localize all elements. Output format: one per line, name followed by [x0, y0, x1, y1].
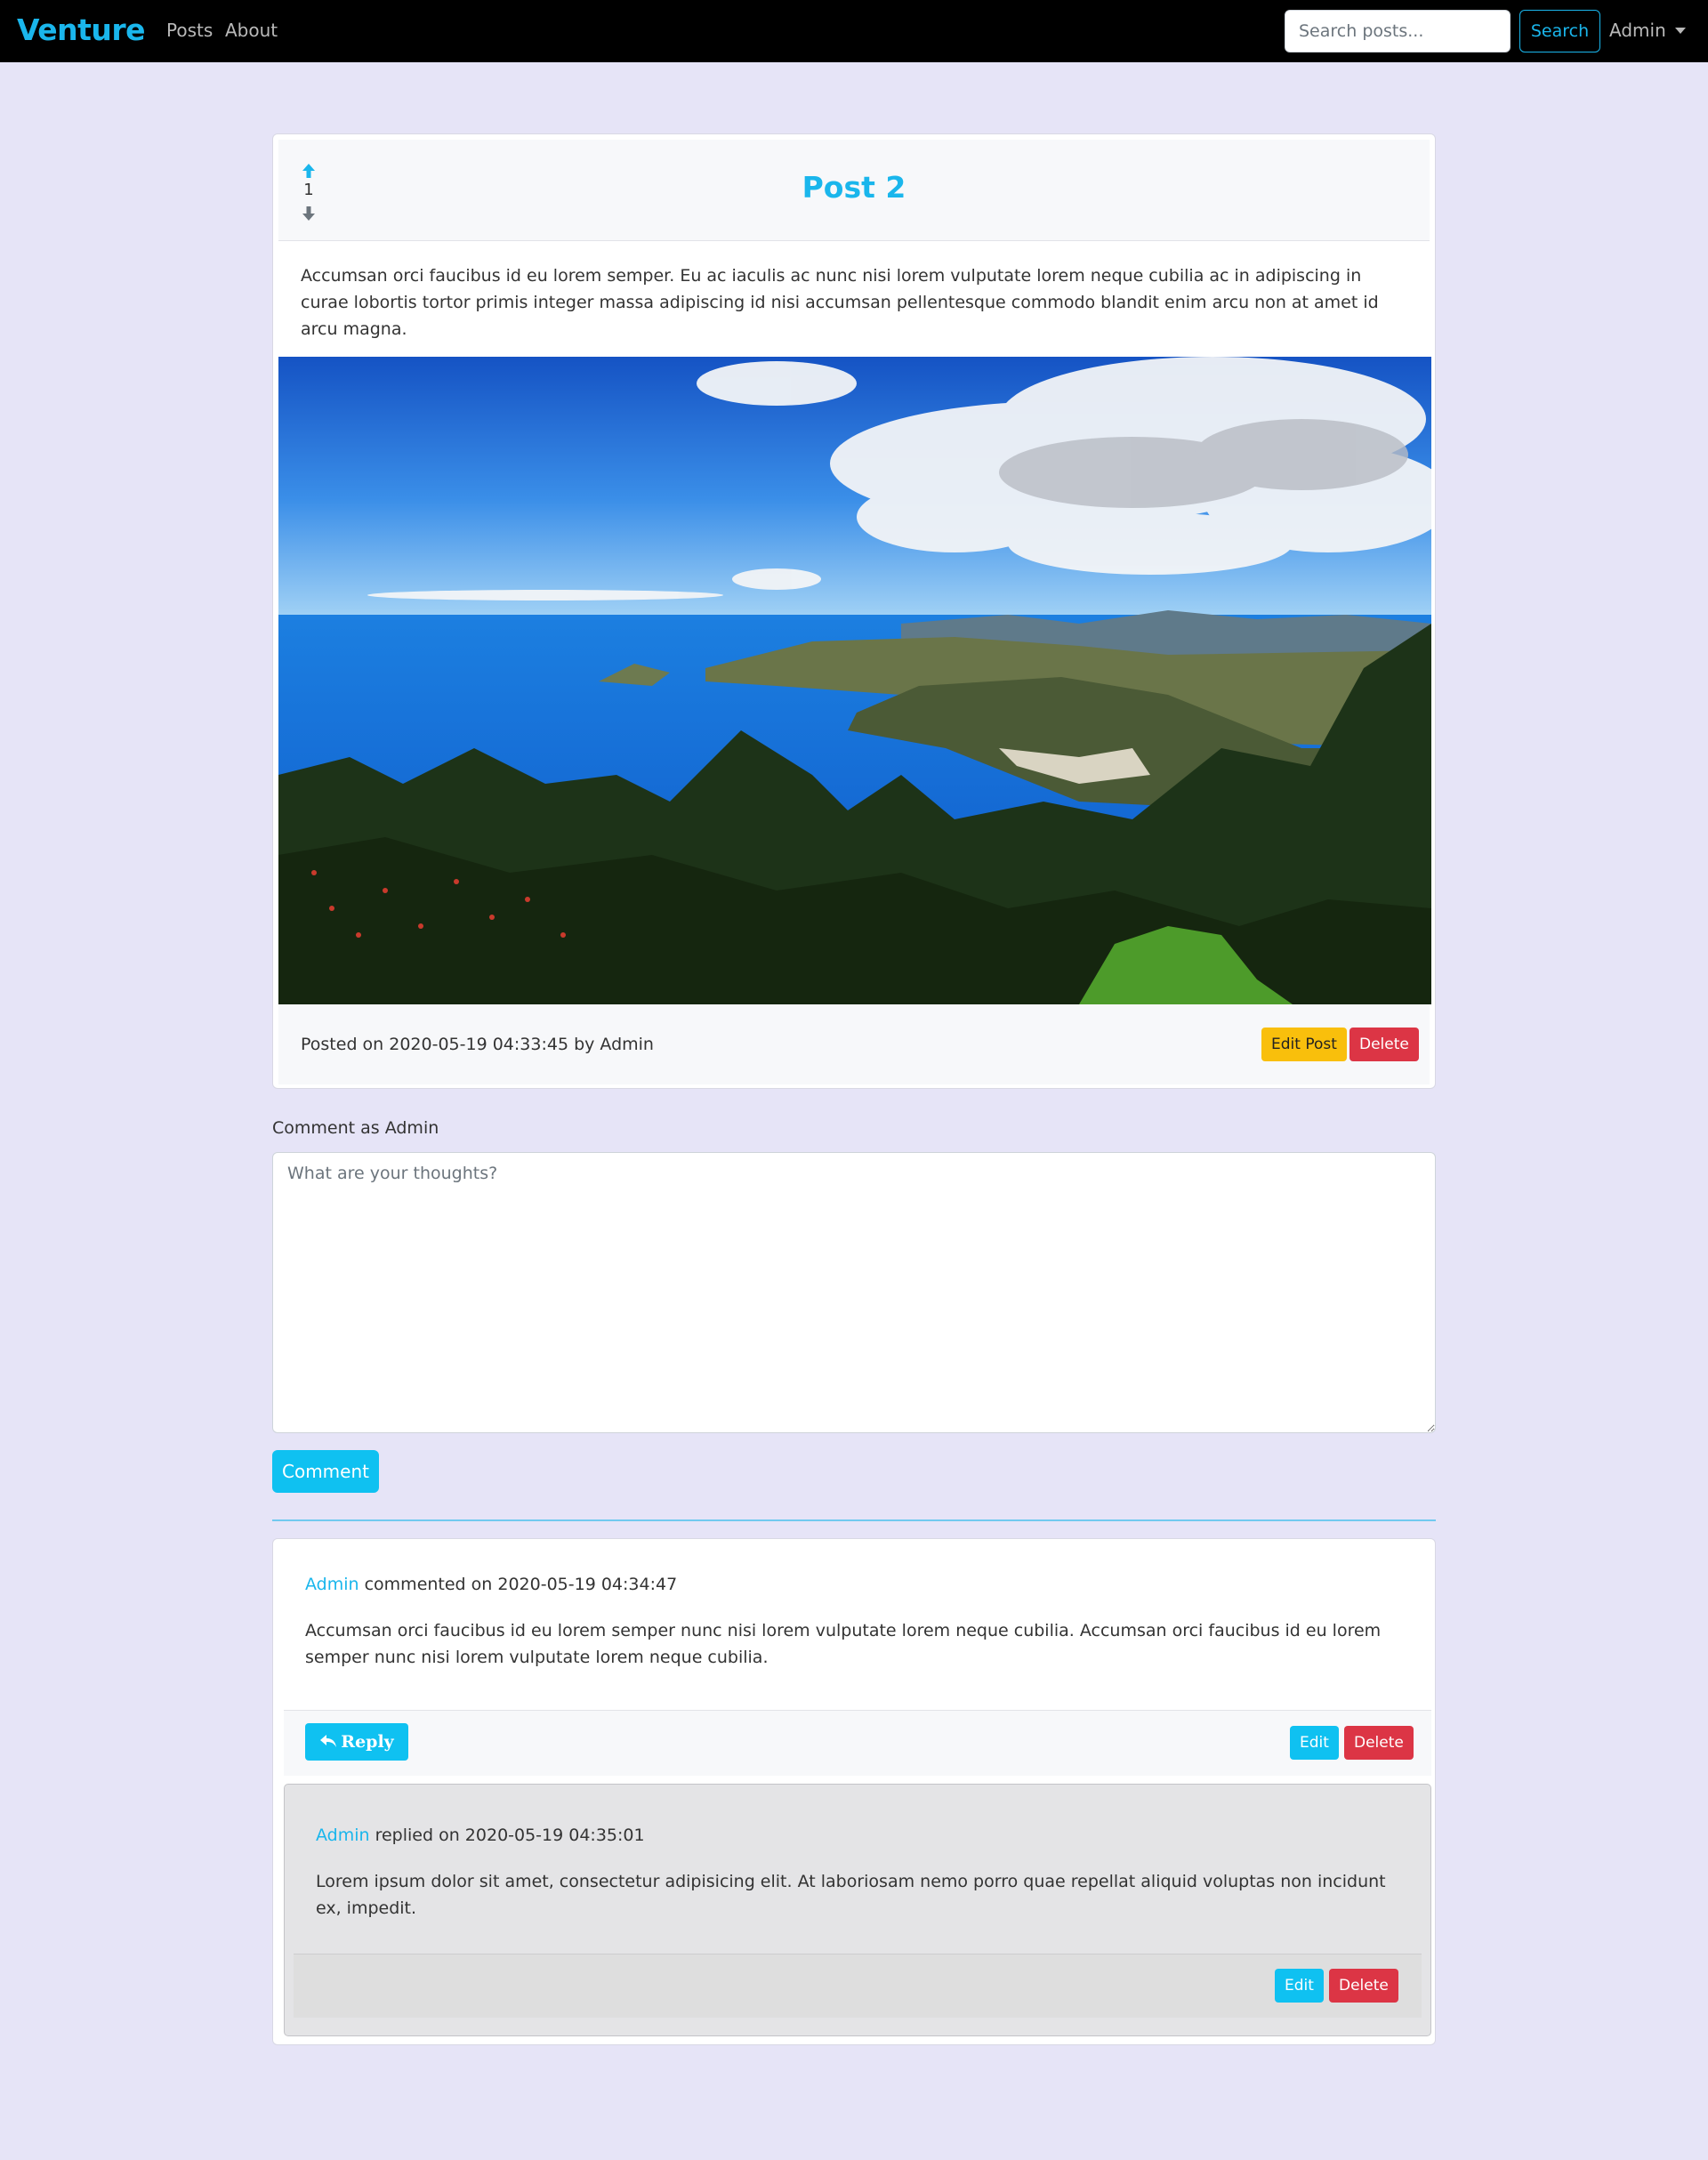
edit-comment-button[interactable]: Edit — [1290, 1726, 1339, 1760]
post-card: 1 Post 2 Accumsan orci faucibus id eu lo… — [272, 133, 1436, 1089]
comment-text: Accumsan orci faucibus id eu lorem sempe… — [305, 1621, 1382, 1667]
nav-link-posts[interactable]: Posts — [166, 20, 213, 41]
edit-post-button[interactable]: Edit Post — [1261, 1028, 1347, 1061]
comment-card: Admin commented on 2020-05-19 04:34:47 A… — [272, 1538, 1436, 2045]
comment-meta: Admin commented on 2020-05-19 04:34:47 — [305, 1575, 677, 1594]
downvote-arrow-icon[interactable] — [300, 205, 318, 222]
post-image — [278, 357, 1431, 1004]
comment-author-link[interactable]: Admin — [305, 1575, 359, 1594]
search-input[interactable] — [1285, 10, 1511, 52]
delete-reply-button[interactable]: Delete — [1329, 1969, 1398, 2003]
comment-textarea[interactable] — [272, 1152, 1436, 1433]
nav-link-about[interactable]: About — [225, 20, 278, 41]
caret-down-icon — [1674, 28, 1686, 34]
comment-submit-button[interactable]: Comment — [272, 1450, 379, 1493]
post-footer: Posted on 2020-05-19 04:33:45 by Admin E… — [278, 1004, 1430, 1084]
reply-button-label: Reply — [341, 1732, 394, 1752]
post-header: 1 Post 2 — [278, 140, 1430, 241]
post-body: Accumsan orci faucibus id eu lorem sempe… — [301, 266, 1379, 339]
post-meta: Posted on 2020-05-19 04:33:45 by Admin — [301, 1035, 654, 1054]
search-button[interactable]: Search — [1519, 10, 1600, 52]
reply-meta: Admin replied on 2020-05-19 04:35:01 — [316, 1826, 645, 1845]
user-menu-label: Admin — [1609, 20, 1666, 41]
landscape-photo — [278, 357, 1431, 1004]
section-divider — [272, 1519, 1436, 1521]
delete-comment-button[interactable]: Delete — [1344, 1726, 1414, 1760]
reply-author-link[interactable]: Admin — [316, 1826, 370, 1845]
reply-text: Lorem ipsum dolor sit amet, consectetur … — [316, 1872, 1386, 1918]
comment-form-label: Comment as Admin — [272, 1118, 439, 1138]
reply-footer: Edit Delete — [294, 1954, 1422, 2018]
reply-arrow-icon — [320, 1735, 337, 1747]
comment-footer: Edit Delete — [284, 1710, 1431, 1776]
user-menu-dropdown[interactable]: Admin — [1609, 20, 1686, 41]
edit-reply-button[interactable]: Edit — [1275, 1969, 1324, 2003]
post-title: Post 2 — [802, 170, 906, 205]
reply-button[interactable]: Reply — [305, 1723, 408, 1761]
comment-timestamp: commented on 2020-05-19 04:34:47 — [359, 1575, 678, 1594]
reply-card: Admin replied on 2020-05-19 04:35:01 Lor… — [284, 1784, 1431, 2036]
brand-logo[interactable]: Venture — [17, 12, 146, 47]
delete-post-button[interactable]: Delete — [1349, 1028, 1419, 1061]
top-navbar: Venture Posts About Search Admin — [0, 0, 1708, 62]
reply-timestamp: replied on 2020-05-19 04:35:01 — [369, 1826, 645, 1845]
